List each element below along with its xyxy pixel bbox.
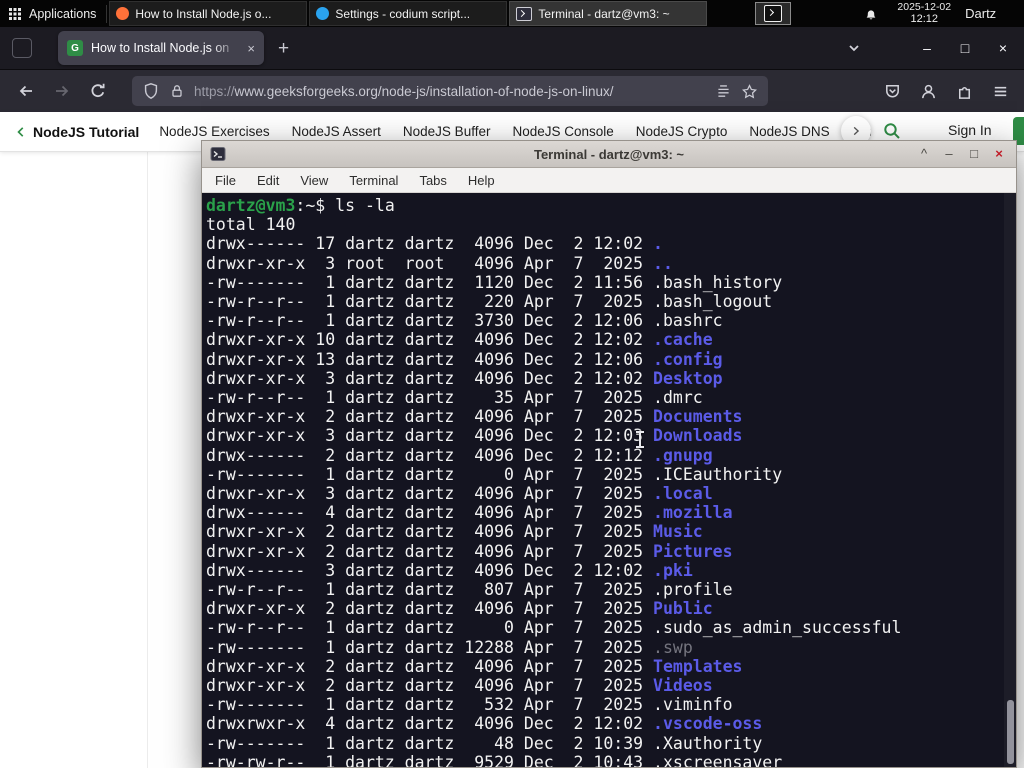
taskbar-item-title: Settings - codium script... — [335, 6, 471, 21]
site-nav-items: NodeJS Exercises NodeJS Assert NodeJS Bu… — [159, 124, 871, 139]
panel-user-label: Dartz — [965, 6, 997, 21]
tracking-protection-shield-icon[interactable] — [142, 82, 160, 100]
forward-icon[interactable] — [52, 81, 72, 101]
panel-clock[interactable]: 2025-12-02 12:12 — [897, 0, 952, 26]
applications-grid-icon — [9, 7, 21, 20]
url-text: https://www.geeksforgeeks.org/node-js/in… — [194, 84, 706, 99]
search-icon[interactable] — [881, 120, 903, 142]
taskbar-item-title: How to Install Node.js o... — [135, 6, 272, 21]
site-nav-item[interactable]: NodeJS Exercises — [159, 124, 269, 139]
browser-nav-toolbar: https://www.geeksforgeeks.org/node-js/in… — [0, 70, 1024, 112]
window-close-button[interactable]: × — [994, 40, 1012, 56]
terminal-menu-bar: File Edit View Terminal Tabs Help — [202, 168, 1016, 193]
taskbar-item-terminal[interactable]: Terminal - dartz@vm3: ~ — [509, 1, 708, 26]
browser-tab-active[interactable]: G How to Install Node.js on × — [58, 31, 264, 65]
terminal-menu-tabs[interactable]: Tabs — [419, 173, 446, 188]
tab-close-icon[interactable]: × — [247, 41, 255, 56]
bookmark-star-icon[interactable] — [741, 83, 758, 100]
site-nav-back-label: NodeJS Tutorial — [33, 123, 140, 140]
clock-time: 12:12 — [910, 13, 939, 26]
terminal-menu-edit[interactable]: Edit — [257, 173, 279, 188]
url-protocol: https:// — [194, 83, 235, 99]
terminal-scrollbar-thumb[interactable] — [1007, 700, 1014, 764]
panel-separator — [106, 4, 108, 23]
chevron-left-icon — [17, 126, 24, 137]
window-minimize-button[interactable]: – — [918, 40, 936, 56]
reload-icon[interactable] — [88, 81, 108, 101]
url-bar[interactable]: https://www.geeksforgeeks.org/node-js/in… — [132, 76, 768, 106]
terminal-window-title: Terminal - dartz@vm3: ~ — [533, 146, 685, 162]
notification-bell-icon[interactable] — [863, 6, 879, 22]
terminal-close-button[interactable]: × — [991, 141, 1007, 167]
chevron-right-icon — [853, 126, 860, 136]
terminal-title-bar[interactable]: Terminal - dartz@vm3: ~ ^ – □ × — [202, 141, 1016, 168]
reader-view-icon[interactable] — [715, 83, 732, 100]
mouse-ibeam-cursor — [635, 431, 645, 448]
terminal-menu-file[interactable]: File — [215, 173, 236, 188]
tray-terminal-icon[interactable] — [755, 2, 792, 25]
terminal-scrollbar[interactable] — [1004, 193, 1016, 767]
terminal-content[interactable]: dartz@vm3:~$ ls -la total 140 drwx------ 1… — [202, 193, 1016, 767]
clock-date: 2025-12-02 — [897, 0, 952, 13]
applications-menu-button[interactable]: Applications — [0, 0, 106, 27]
firefox-view-icon[interactable] — [12, 38, 32, 58]
toolbar-right-icons — [883, 82, 1024, 101]
menu-hamburger-icon[interactable] — [991, 82, 1010, 101]
firefox-task-icon — [116, 7, 130, 20]
sign-in-link[interactable]: Sign In — [948, 122, 992, 138]
new-tab-button[interactable]: + — [278, 39, 289, 58]
back-icon[interactable] — [16, 81, 36, 101]
terminal-menu-view[interactable]: View — [300, 173, 328, 188]
extensions-icon[interactable] — [955, 82, 974, 101]
site-nav-item[interactable]: NodeJS Buffer — [403, 124, 491, 139]
taskbar-item-title: Terminal - dartz@vm3: ~ — [538, 6, 670, 21]
codium-task-icon — [316, 7, 330, 20]
browser-tab-bar: G How to Install Node.js on × + – □ × — [0, 27, 1024, 70]
terminal-window: Terminal - dartz@vm3: ~ ^ – □ × File Edi… — [201, 140, 1017, 768]
terminal-window-controls: ^ – □ × — [916, 141, 1016, 167]
page-sidebar-divider — [147, 151, 148, 768]
window-maximize-button[interactable]: □ — [956, 40, 974, 56]
taskbar-item-browser[interactable]: How to Install Node.js o... — [109, 1, 308, 26]
terminal-maximize-button[interactable]: □ — [966, 141, 982, 167]
taskbar-item-codium[interactable]: Settings - codium script... — [309, 1, 508, 26]
site-nav-item[interactable]: NodeJS Assert — [292, 124, 381, 139]
tray-terminal-icon-glyph — [764, 5, 783, 22]
site-nav-back-link[interactable]: NodeJS Tutorial — [14, 124, 139, 140]
lock-icon[interactable] — [169, 83, 185, 99]
list-all-tabs-chevron-icon[interactable] — [844, 38, 864, 58]
site-nav-item[interactable]: NodeJS Console — [512, 124, 613, 139]
terminal-menu-help[interactable]: Help — [468, 173, 495, 188]
tabbar-right-cluster: – □ × — [844, 38, 1024, 58]
applications-label: Applications — [29, 6, 97, 21]
pocket-icon[interactable] — [883, 82, 902, 101]
terminal-output: dartz@vm3:~$ ls -la total 140 drwx------ 1… — [206, 196, 902, 767]
account-icon[interactable] — [919, 82, 938, 101]
top-panel: Applications How to Install Node.js o...… — [0, 0, 1024, 27]
tab-title: How to Install Node.js on — [91, 41, 230, 55]
url-path: www.geeksforgeeks.org/node-js/installati… — [234, 83, 614, 99]
terminal-menu-terminal[interactable]: Terminal — [349, 173, 398, 188]
site-nav-item[interactable]: NodeJS DNS — [749, 124, 829, 139]
terminal-shade-button[interactable]: ^ — [916, 141, 932, 167]
geeksforgeeks-favicon: G — [67, 40, 83, 56]
terminal-minimize-button[interactable]: – — [941, 141, 957, 167]
site-nav-item[interactable]: NodeJS Crypto — [636, 124, 728, 139]
terminal-task-icon — [516, 6, 533, 21]
